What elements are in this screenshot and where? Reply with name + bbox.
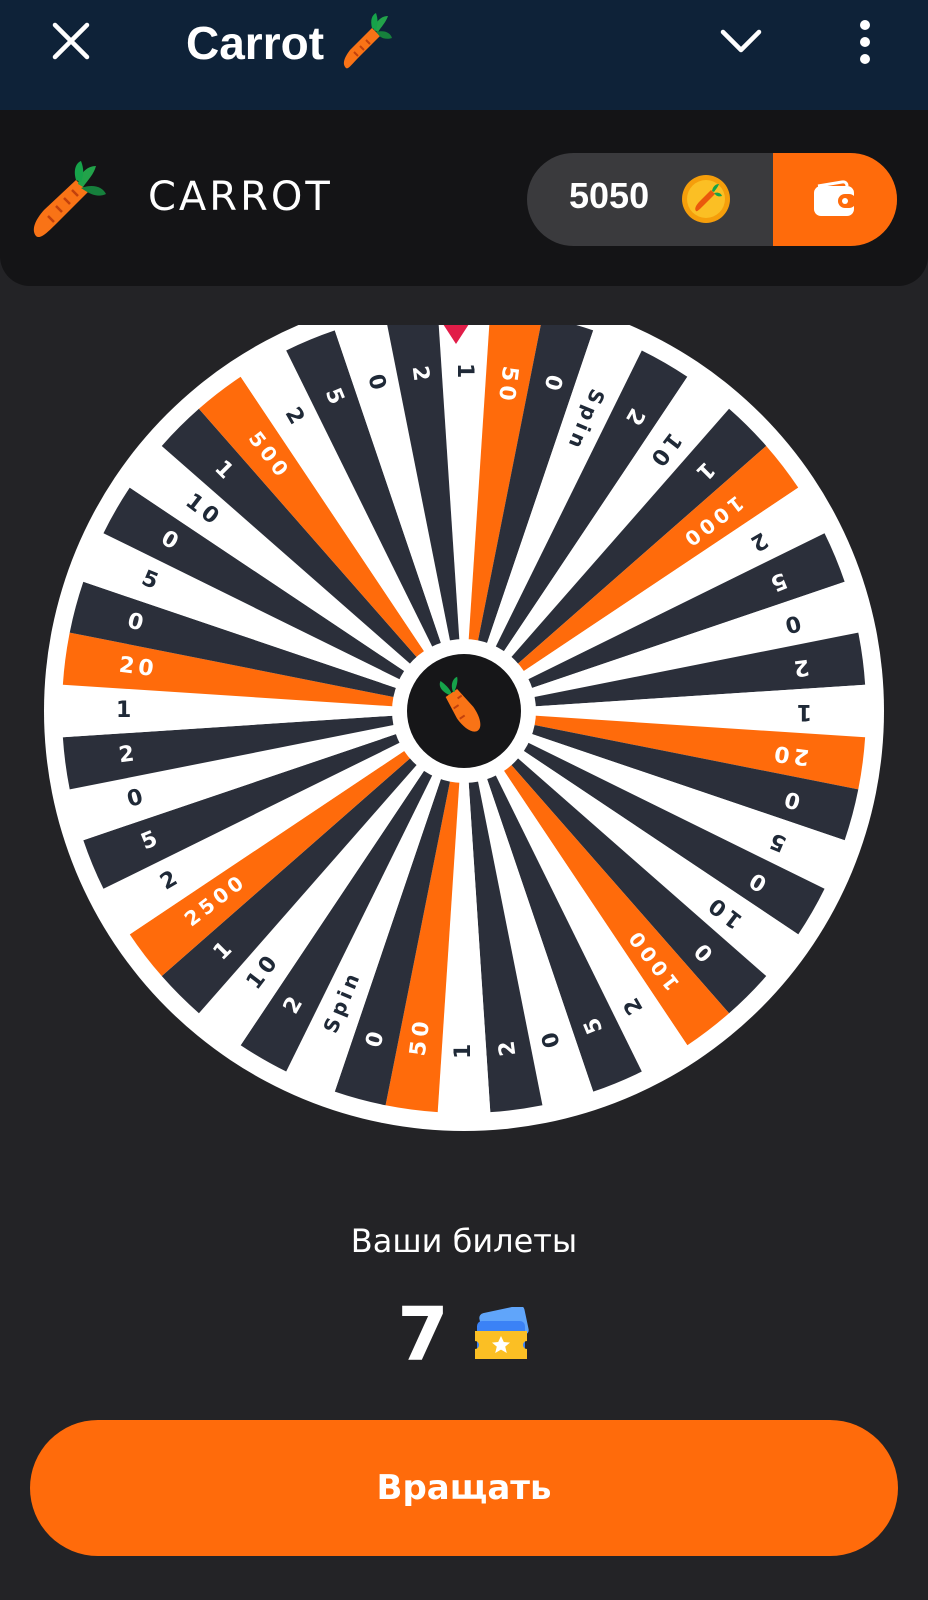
tickets-count: 7 bbox=[397, 1292, 449, 1378]
chevron-down-button[interactable] bbox=[716, 16, 766, 66]
wheel-segment-label: 2 bbox=[494, 1035, 521, 1057]
wheel-segment-label: 1 bbox=[451, 1040, 476, 1059]
wheel-segment-label: 1 bbox=[793, 699, 812, 724]
top-bar: Carrot bbox=[0, 0, 928, 110]
wheel-segment-label: 2 bbox=[117, 741, 139, 768]
header-card: CARROT 5050 bbox=[0, 110, 928, 286]
brand-name: CARROT bbox=[148, 174, 333, 220]
wheel-segment-label: 50 bbox=[492, 364, 522, 406]
chevron-down-icon bbox=[720, 29, 762, 53]
balance-pill: 5050 bbox=[527, 153, 897, 246]
wheel-segment-label: 1 bbox=[452, 363, 477, 382]
wheel-segment-label: 2 bbox=[788, 654, 810, 681]
ticket-icon bbox=[474, 1307, 529, 1359]
kebab-menu-icon bbox=[860, 20, 870, 64]
tickets-label: Ваши билеты bbox=[350, 1222, 578, 1260]
more-menu-button[interactable] bbox=[840, 14, 890, 70]
carrot-coin-icon bbox=[682, 175, 730, 223]
page-title-text: Carrot bbox=[186, 17, 325, 69]
carrot-logo-icon bbox=[33, 161, 106, 238]
tickets-row: 7 bbox=[0, 1290, 928, 1380]
page-title: Carrot bbox=[186, 8, 394, 78]
spin-button[interactable]: Вращать bbox=[30, 1420, 898, 1556]
wheel-segment-label: 2 bbox=[407, 364, 434, 386]
wallet-icon bbox=[814, 179, 856, 216]
wheel-segment-label: 20 bbox=[769, 739, 811, 769]
wheel-segment-label: 1 bbox=[116, 698, 135, 723]
wallet-button[interactable] bbox=[773, 153, 897, 246]
wheel-pointer bbox=[443, 325, 469, 344]
wheel-svg: 1 50 0Spin 210 11000250212005010010002502150… bbox=[44, 325, 884, 1131]
wheel-segment-label: 20 bbox=[117, 653, 159, 683]
prize-wheel[interactable]: 1 50 0 Spin 2 10 1 1000 2 5 0 2 1 20 0 5 0 10 0 1000 2 5 0 2 1 50… bbox=[42, 325, 886, 1145]
balance-value: 5050 bbox=[569, 175, 650, 216]
wheel-segment-label: 50 bbox=[406, 1016, 436, 1058]
carrot-emoji-icon bbox=[343, 13, 393, 69]
close-button[interactable] bbox=[46, 16, 96, 66]
close-icon bbox=[52, 22, 90, 60]
